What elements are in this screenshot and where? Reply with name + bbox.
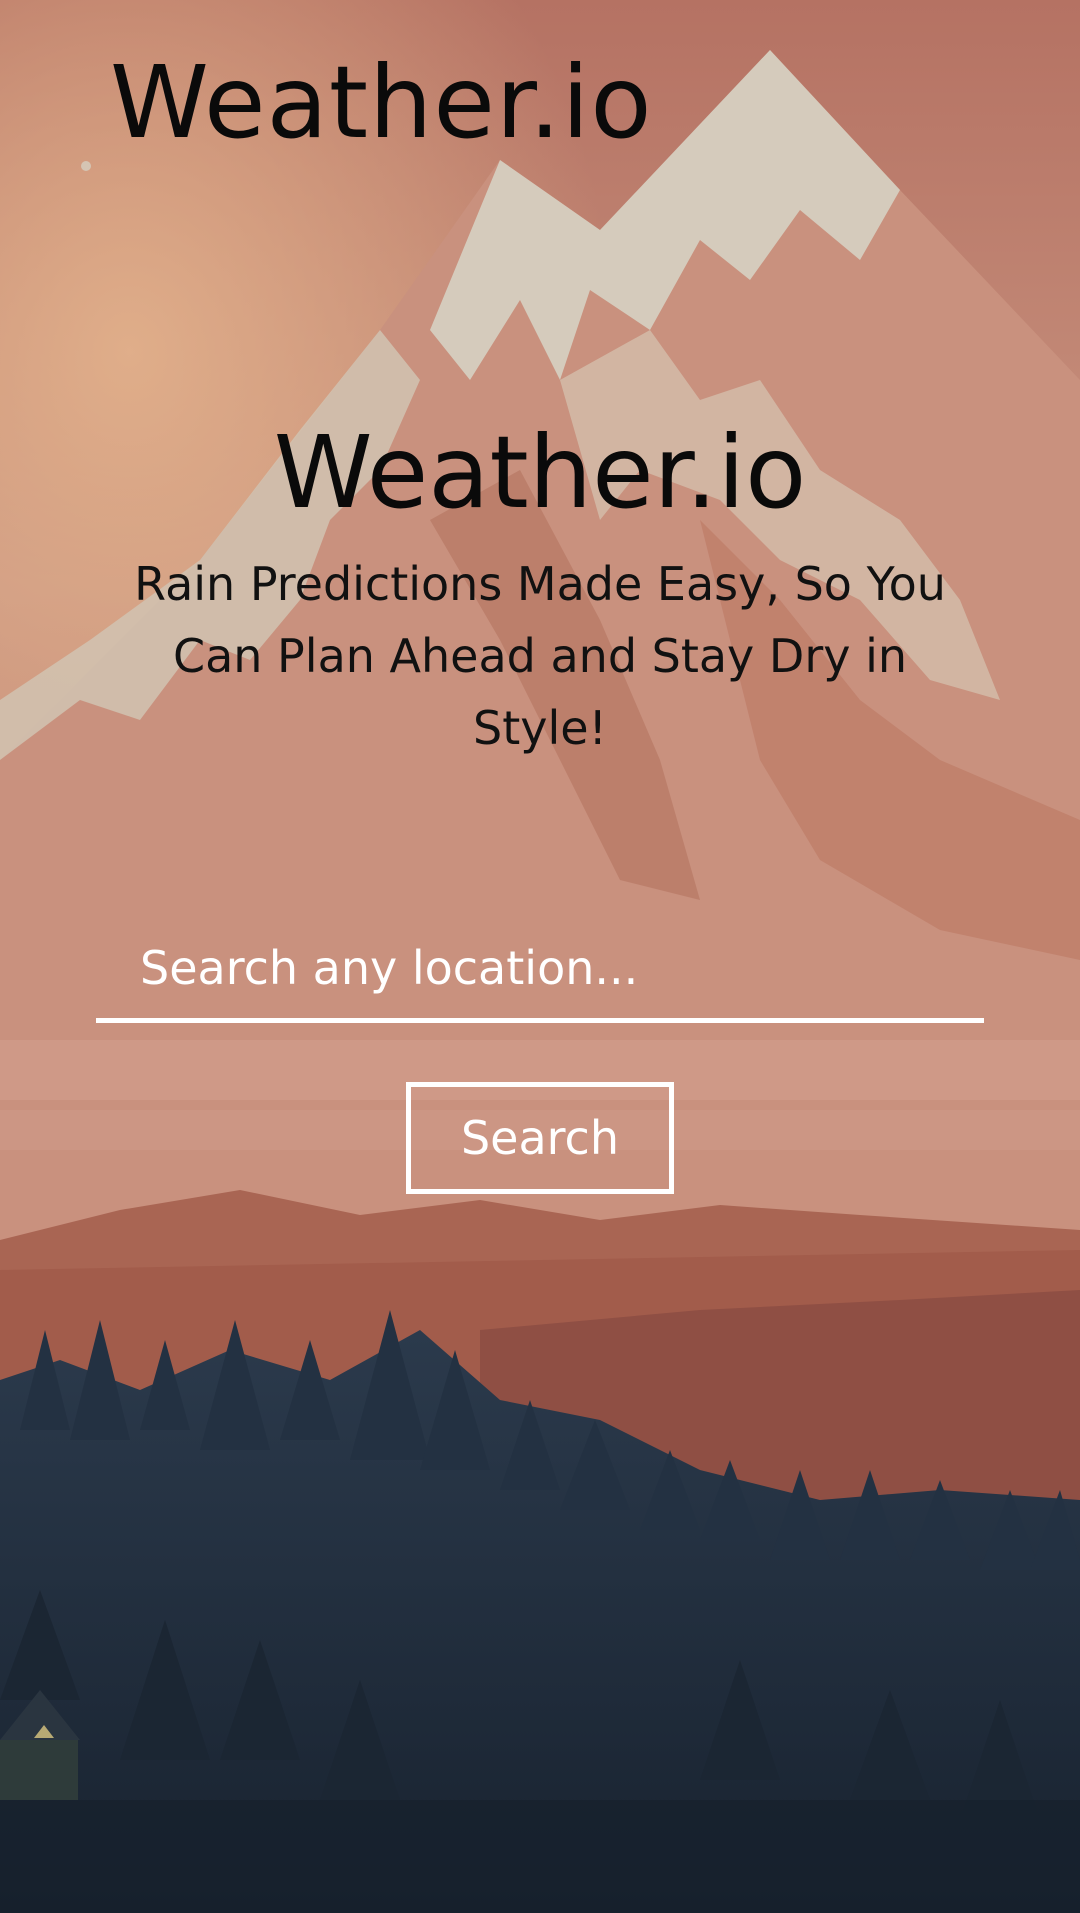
brand-logo[interactable]: Weather.io bbox=[110, 48, 653, 158]
weather-app-page: Weather.io Weather.io Rain Predictions M… bbox=[0, 0, 1080, 1913]
hero-subtitle: Rain Predictions Made Easy, So You Can P… bbox=[134, 557, 946, 755]
search-input[interactable] bbox=[96, 918, 984, 1018]
hero-title: Weather.io bbox=[273, 414, 807, 531]
search-button[interactable]: Search bbox=[406, 1082, 674, 1194]
search-field-wrapper bbox=[96, 918, 984, 1023]
